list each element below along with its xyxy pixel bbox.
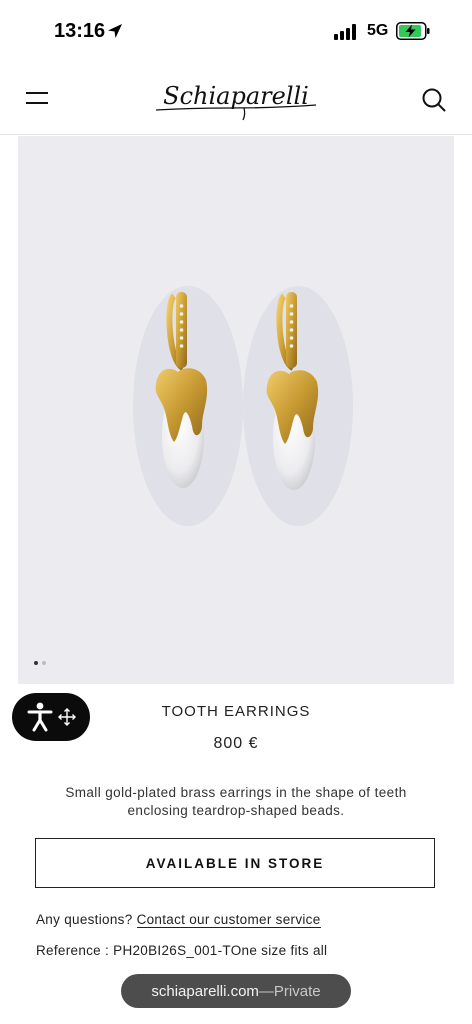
battery-charging-icon [396, 22, 430, 40]
available-in-store-button[interactable]: AVAILABLE IN STORE [35, 838, 435, 888]
search-icon[interactable] [421, 87, 447, 113]
network-type: 5G [367, 22, 389, 39]
carousel-dot-active[interactable] [34, 661, 38, 665]
schiaparelli-logo[interactable]: Schiaparelli [150, 78, 322, 122]
product-description: Small gold-plated brass earrings in the … [65, 785, 407, 818]
browser-mode-separator: — [258, 982, 274, 1000]
status-bar: 13:16 5G [0, 0, 472, 64]
contact-customer-service-link[interactable]: Contact our customer service [136, 912, 321, 928]
location-arrow-icon [108, 24, 122, 38]
questions-prefix: Any questions? [36, 912, 133, 927]
carousel-dot[interactable] [42, 661, 46, 665]
browser-address-pill[interactable]: schiaparelli.com — Private [121, 974, 351, 1008]
product-price: 800 € [213, 735, 259, 752]
browser-domain: schiaparelli.com [151, 982, 259, 1000]
tooth-earrings-photo [133, 286, 353, 526]
signal-bars-icon [334, 24, 356, 40]
questions-line: Any questions? Contact our customer serv… [36, 912, 321, 928]
browser-mode: Private [273, 982, 321, 1000]
product-title: TOOTH EARRINGS [161, 703, 311, 720]
product-reference: Reference : PH20BI26S_001-TOne size fits… [36, 943, 328, 958]
hamburger-menu-icon[interactable] [26, 90, 50, 108]
svg-text:Schiaparelli: Schiaparelli [163, 82, 309, 110]
status-time: 13:16 [54, 20, 106, 42]
product-image-carousel[interactable] [18, 136, 454, 684]
